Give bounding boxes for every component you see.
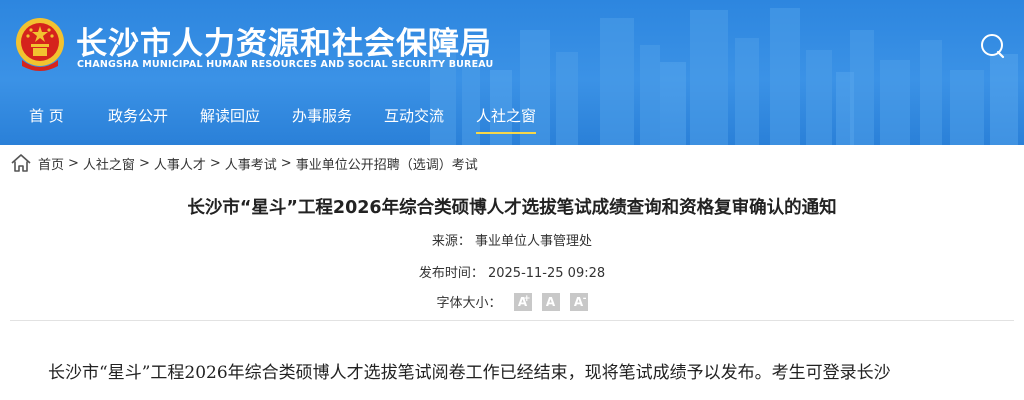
site-title-cn: 长沙市人力资源和社会保障局 xyxy=(76,26,492,62)
nav-services[interactable]: 办事服务 xyxy=(292,105,352,126)
site-header: 长沙市人力资源和社会保障局 CHANGSHA MUNICIPAL HUMAN R… xyxy=(0,0,1024,145)
nav-interpretation[interactable]: 解读回应 xyxy=(200,105,260,126)
search-icon[interactable] xyxy=(978,32,1006,60)
article-title: 长沙市“星斗”工程2026年综合类硕博人才选拔笔试成绩查询和资格复审确认的通知 xyxy=(187,198,837,218)
breadcrumb: 首页 > 人社之窗 > 人事人才 > 人事考试 > 事业单位公开招聘（选调）考试 xyxy=(10,152,478,174)
font-decrease-letter: A xyxy=(573,294,584,309)
breadcrumb-home[interactable]: 首页 xyxy=(38,154,64,173)
font-default-letter: A xyxy=(545,294,556,309)
national-emblem-icon xyxy=(16,18,64,71)
font-decrease-mark: - xyxy=(582,293,587,304)
nav-government-affairs[interactable]: 政务公开 xyxy=(108,105,168,126)
breadcrumb-separator: > xyxy=(209,155,221,171)
nav-home[interactable]: 首 页 xyxy=(29,105,64,126)
font-default-button[interactable]: A xyxy=(541,292,560,311)
breadcrumb-personnel[interactable]: 人事人才 xyxy=(154,154,206,173)
breadcrumb-recruitment-exam[interactable]: 事业单位公开招聘（选调）考试 xyxy=(296,154,478,173)
main-nav: 首 页 政务公开 解读回应 办事服务 互动交流 人社之窗 xyxy=(0,96,1024,138)
nav-hr-window[interactable]: 人社之窗 xyxy=(476,105,537,134)
nav-interaction[interactable]: 互动交流 xyxy=(384,105,444,126)
article-source: 来源： 事业单位人事管理处 xyxy=(431,234,593,249)
article-body-paragraph: 长沙市“星斗”工程2026年综合类硕博人才选拔笔试阅卷工作已经结束，现将笔试成绩… xyxy=(48,363,891,383)
breadcrumb-separator: > xyxy=(280,155,292,171)
breadcrumb-hr-window[interactable]: 人社之窗 xyxy=(83,154,135,173)
font-increase-button[interactable]: A + xyxy=(513,292,532,311)
font-size-label: 字体大小： xyxy=(436,296,502,311)
breadcrumb-separator: > xyxy=(68,155,79,171)
article-publish-time: 发布时间： 2025-11-25 09:28 xyxy=(418,266,606,281)
article-divider xyxy=(10,320,1014,321)
home-icon[interactable] xyxy=(10,153,32,173)
site-title-en: CHANGSHA MUNICIPAL HUMAN RESOURCES AND S… xyxy=(77,59,494,70)
breadcrumb-separator: > xyxy=(138,155,150,171)
font-decrease-button[interactable]: A- xyxy=(569,292,588,311)
font-increase-mark: + xyxy=(522,293,531,304)
font-size-controls: 字体大小： A + A A- xyxy=(0,292,1024,311)
breadcrumb-personnel-exam[interactable]: 人事考试 xyxy=(225,154,277,173)
